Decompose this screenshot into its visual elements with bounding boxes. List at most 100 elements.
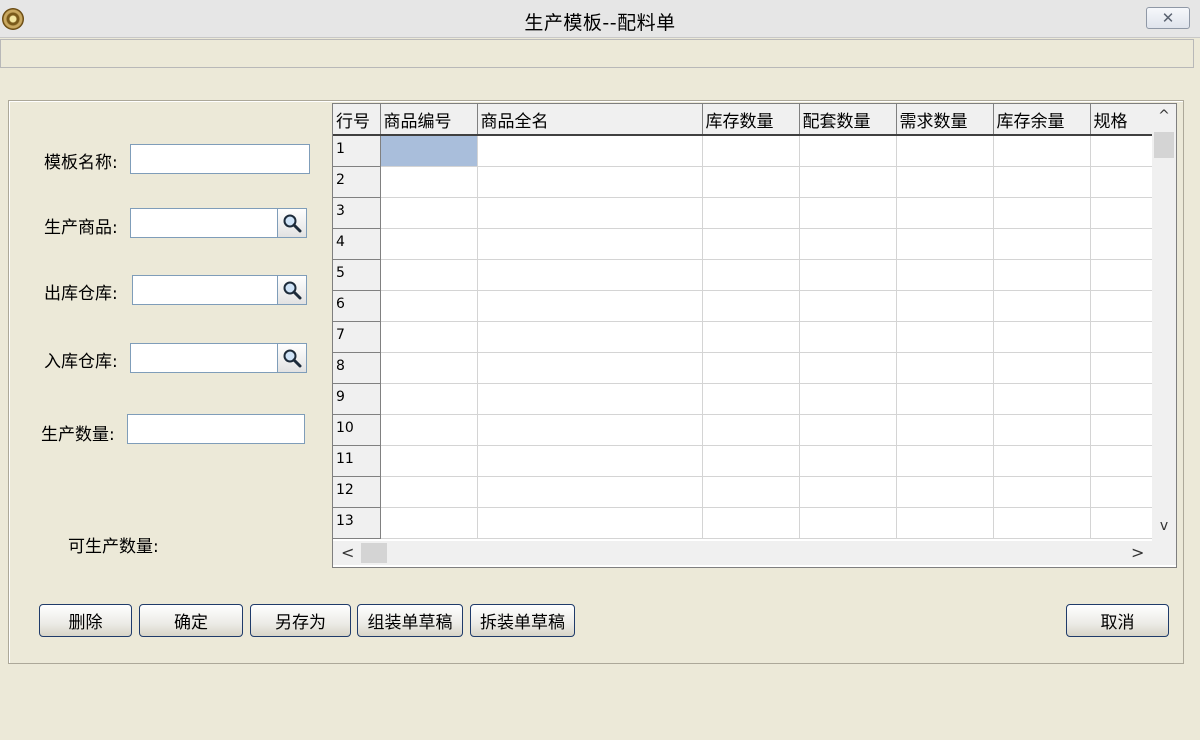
grid-cell[interactable] <box>993 414 1091 446</box>
row-number[interactable]: 2 <box>333 166 381 198</box>
grid-cell[interactable] <box>799 166 897 198</box>
scroll-up-arrow[interactable]: ^ <box>1152 108 1176 124</box>
vertical-scrollbar[interactable]: ^ v <box>1152 104 1176 541</box>
grid-cell[interactable] <box>477 445 703 477</box>
delete-button[interactable]: 删除 <box>39 604 132 637</box>
scroll-left-arrow[interactable]: < <box>341 543 354 562</box>
grid-cell[interactable] <box>380 321 478 353</box>
grid-cell[interactable] <box>380 352 478 384</box>
grid-cell[interactable] <box>477 383 703 415</box>
grid-cell[interactable] <box>896 166 994 198</box>
table-row[interactable]: 1 <box>333 135 1171 167</box>
grid-cell[interactable] <box>993 259 1091 291</box>
row-number[interactable]: 7 <box>333 321 381 353</box>
column-header[interactable]: 库存余量 <box>993 104 1091 136</box>
template-name-input[interactable] <box>130 144 310 174</box>
grid-cell[interactable] <box>380 197 478 229</box>
grid-cell[interactable] <box>896 352 994 384</box>
grid-cell[interactable] <box>702 445 800 477</box>
table-row[interactable]: 13 <box>333 507 1171 539</box>
row-number[interactable]: 9 <box>333 383 381 415</box>
grid-cell[interactable] <box>896 507 994 539</box>
table-row[interactable]: 4 <box>333 228 1171 260</box>
column-header[interactable]: 商品编号 <box>380 104 478 136</box>
grid-cell[interactable] <box>993 135 1091 167</box>
grid-cell[interactable] <box>993 445 1091 477</box>
row-number[interactable]: 6 <box>333 290 381 322</box>
row-number[interactable]: 10 <box>333 414 381 446</box>
row-number[interactable]: 11 <box>333 445 381 477</box>
column-header[interactable]: 配套数量 <box>799 104 897 136</box>
grid-cell[interactable] <box>477 135 703 167</box>
grid-cell[interactable] <box>896 197 994 229</box>
grid-cell[interactable] <box>702 476 800 508</box>
grid-cell[interactable] <box>993 290 1091 322</box>
grid-cell[interactable] <box>993 352 1091 384</box>
horizontal-scrollbar[interactable]: < > <box>333 541 1152 565</box>
table-row[interactable]: 7 <box>333 321 1171 353</box>
column-header[interactable]: 需求数量 <box>896 104 994 136</box>
vertical-scroll-thumb[interactable] <box>1154 132 1174 158</box>
grid-cell[interactable] <box>380 290 478 322</box>
grid-cell[interactable] <box>896 228 994 260</box>
row-number[interactable]: 13 <box>333 507 381 539</box>
grid-cell[interactable] <box>799 383 897 415</box>
table-row[interactable]: 6 <box>333 290 1171 322</box>
grid-cell[interactable] <box>477 166 703 198</box>
grid-cell[interactable] <box>896 290 994 322</box>
table-row[interactable]: 3 <box>333 197 1171 229</box>
grid-cell[interactable] <box>702 507 800 539</box>
out-warehouse-lookup-button[interactable] <box>277 275 307 305</box>
close-button[interactable]: ✕ <box>1146 7 1190 29</box>
grid-cell[interactable] <box>702 321 800 353</box>
grid-cell[interactable] <box>380 507 478 539</box>
grid-cell[interactable] <box>380 383 478 415</box>
table-row[interactable]: 11 <box>333 445 1171 477</box>
grid-cell[interactable] <box>702 290 800 322</box>
grid-cell[interactable] <box>896 135 994 167</box>
column-header[interactable]: 行号 <box>333 104 381 136</box>
grid-cell[interactable] <box>799 197 897 229</box>
row-number[interactable]: 12 <box>333 476 381 508</box>
grid-cell[interactable] <box>799 290 897 322</box>
grid-cell[interactable] <box>896 383 994 415</box>
product-lookup-button[interactable] <box>277 208 307 238</box>
grid-cell[interactable] <box>702 135 800 167</box>
grid-cell[interactable] <box>477 414 703 446</box>
grid-cell[interactable] <box>993 507 1091 539</box>
row-number[interactable]: 4 <box>333 228 381 260</box>
grid-cell[interactable] <box>896 414 994 446</box>
grid-cell[interactable] <box>993 197 1091 229</box>
table-row[interactable]: 2 <box>333 166 1171 198</box>
material-grid[interactable]: 行号 商品编号 商品全名 库存数量 配套数量 需求数量 库存余量 规格 1 2 3 4 5 6 7 8 9 10… <box>332 103 1177 568</box>
product-input[interactable] <box>130 208 278 238</box>
grid-cell[interactable] <box>799 135 897 167</box>
grid-cell[interactable] <box>380 414 478 446</box>
grid-cell[interactable] <box>702 166 800 198</box>
grid-cell[interactable] <box>477 507 703 539</box>
grid-cell[interactable] <box>993 383 1091 415</box>
grid-cell[interactable] <box>799 321 897 353</box>
quantity-input[interactable] <box>127 414 305 444</box>
grid-cell[interactable] <box>896 476 994 508</box>
grid-cell[interactable] <box>993 476 1091 508</box>
grid-cell[interactable] <box>477 290 703 322</box>
column-header[interactable]: 库存数量 <box>702 104 800 136</box>
row-number[interactable]: 5 <box>333 259 381 291</box>
grid-cell[interactable] <box>896 321 994 353</box>
grid-cell[interactable] <box>799 476 897 508</box>
out-warehouse-input[interactable] <box>132 275 278 305</box>
grid-cell[interactable] <box>896 445 994 477</box>
in-warehouse-lookup-button[interactable] <box>277 343 307 373</box>
grid-cell[interactable] <box>477 321 703 353</box>
table-row[interactable]: 5 <box>333 259 1171 291</box>
grid-cell[interactable] <box>380 445 478 477</box>
grid-cell[interactable] <box>799 259 897 291</box>
column-header[interactable]: 商品全名 <box>477 104 703 136</box>
grid-cell[interactable] <box>380 166 478 198</box>
grid-cell[interactable] <box>993 321 1091 353</box>
grid-cell[interactable] <box>477 197 703 229</box>
save-as-button[interactable]: 另存为 <box>250 604 351 637</box>
table-row[interactable]: 9 <box>333 383 1171 415</box>
table-row[interactable]: 8 <box>333 352 1171 384</box>
